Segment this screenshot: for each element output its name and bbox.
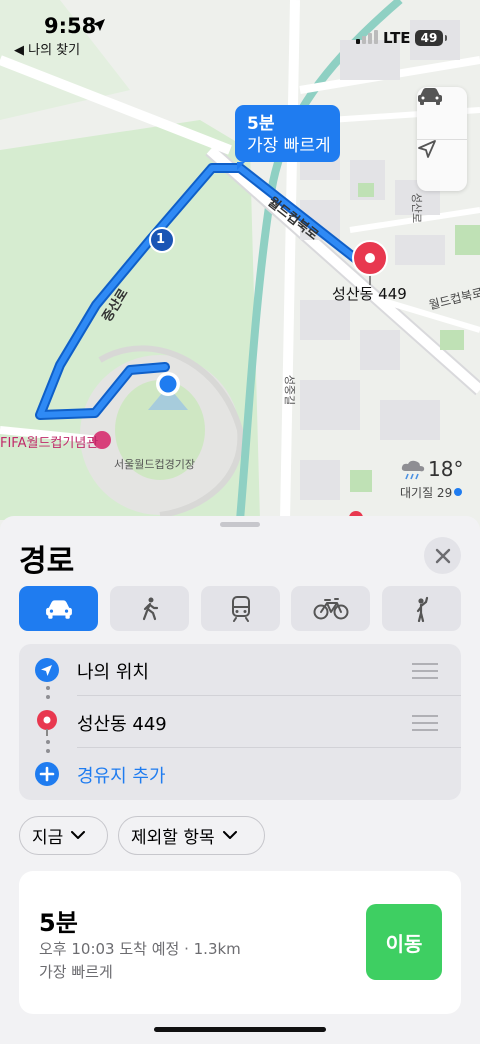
callout-time: 5분 — [247, 114, 275, 134]
waypoint-list: 나의 위치 성산동 449 경유지 추가 — [19, 644, 461, 800]
close-button[interactable] — [424, 537, 461, 574]
callout-note: 가장 빠르게 — [247, 136, 331, 156]
hail-ride-icon — [416, 596, 428, 622]
map-mode-button[interactable] — [417, 87, 467, 139]
map-controls — [417, 87, 467, 191]
stadium-label[interactable]: 서울월드컵경기장 — [114, 456, 195, 472]
status-time: 9:58 — [44, 14, 97, 38]
depart-time-label: 지금 — [32, 828, 64, 848]
road-label-seongsan: 성산로 — [410, 192, 424, 224]
waypoint-origin-label: 나의 위치 — [77, 662, 149, 683]
waypoint-origin[interactable]: 나의 위치 — [19, 644, 461, 696]
drag-handle-icon[interactable] — [412, 663, 438, 684]
chevron-down-icon — [71, 831, 86, 839]
location-arrow-icon — [418, 140, 436, 158]
avoid-options-label: 제외할 항목 — [131, 828, 215, 848]
car-icon — [418, 88, 442, 105]
sheet-title: 경로 — [19, 544, 75, 579]
mode-bike-button[interactable] — [291, 586, 370, 631]
bicycle-icon — [313, 597, 348, 619]
mode-walk-button[interactable] — [110, 586, 189, 631]
home-indicator[interactable] — [154, 1027, 326, 1032]
route-option-card[interactable]: 5분 오후 10:03 도착 예정 · 1.3km 가장 빠르게 이동 — [19, 871, 461, 1014]
depart-time-dropdown[interactable]: 지금 — [19, 816, 108, 855]
status-bar: 9:58 ◀ 나의 찾기 LTE 49 — [0, 0, 480, 60]
back-to-app-link[interactable]: ◀ 나의 찾기 — [14, 39, 80, 58]
rain-cloud-icon — [401, 460, 425, 480]
route-callout[interactable]: 5분 가장 빠르게 — [235, 105, 340, 170]
road-label-seongjung: 성중길 — [283, 374, 297, 406]
signal-icon — [356, 30, 378, 44]
route-detail: 오후 10:03 도착 예정 · 1.3km — [39, 940, 241, 958]
route-number-label: 1 — [156, 232, 166, 247]
add-stop-label: 경유지 추가 — [77, 766, 166, 787]
map-view[interactable]: 1 월드컵북로 증산로 성중길 월드컵북로38 성산로 성산동 449 FIFA… — [0, 0, 480, 530]
mode-car-button[interactable] — [19, 586, 98, 631]
route-note: 가장 빠르게 — [39, 963, 113, 981]
avoid-options-dropdown[interactable]: 제외할 항목 — [118, 816, 265, 855]
chevron-down-icon — [222, 831, 237, 839]
car-icon — [45, 599, 72, 619]
walk-icon — [142, 597, 158, 620]
battery-indicator: 49 — [415, 30, 447, 46]
directions-sheet: 경로 나의 위치 성산동 449 경유지 추가 지금 제외할 항목 5분 오후 … — [0, 516, 480, 1044]
sheet-grabber[interactable] — [220, 522, 260, 527]
close-icon — [435, 548, 450, 563]
museum-label[interactable]: FIFA월드컵기념관 — [0, 432, 98, 451]
weather-temperature: 18° — [428, 457, 464, 481]
transport-mode-selector — [19, 586, 461, 631]
air-quality: 대기질 29 — [400, 486, 453, 500]
tracking-button[interactable] — [417, 139, 467, 191]
waypoint-destination[interactable]: 성산동 449 — [19, 696, 461, 748]
go-button[interactable]: 이동 — [366, 904, 442, 980]
network-type: LTE — [383, 29, 411, 47]
location-services-icon — [93, 19, 105, 31]
destination-map-label[interactable]: 성산동 449 — [332, 283, 407, 304]
location-arrow-icon — [35, 658, 59, 682]
mode-transit-button[interactable] — [201, 586, 280, 631]
waypoint-destination-label: 성산동 449 — [77, 714, 167, 735]
plus-icon — [35, 762, 59, 786]
train-icon — [231, 595, 250, 622]
mode-rideshare-button[interactable] — [382, 586, 461, 631]
red-pin-icon — [37, 710, 57, 736]
add-stop-button[interactable]: 경유지 추가 — [19, 748, 461, 800]
route-duration: 5분 — [39, 909, 78, 937]
drag-handle-icon[interactable] — [412, 715, 438, 736]
